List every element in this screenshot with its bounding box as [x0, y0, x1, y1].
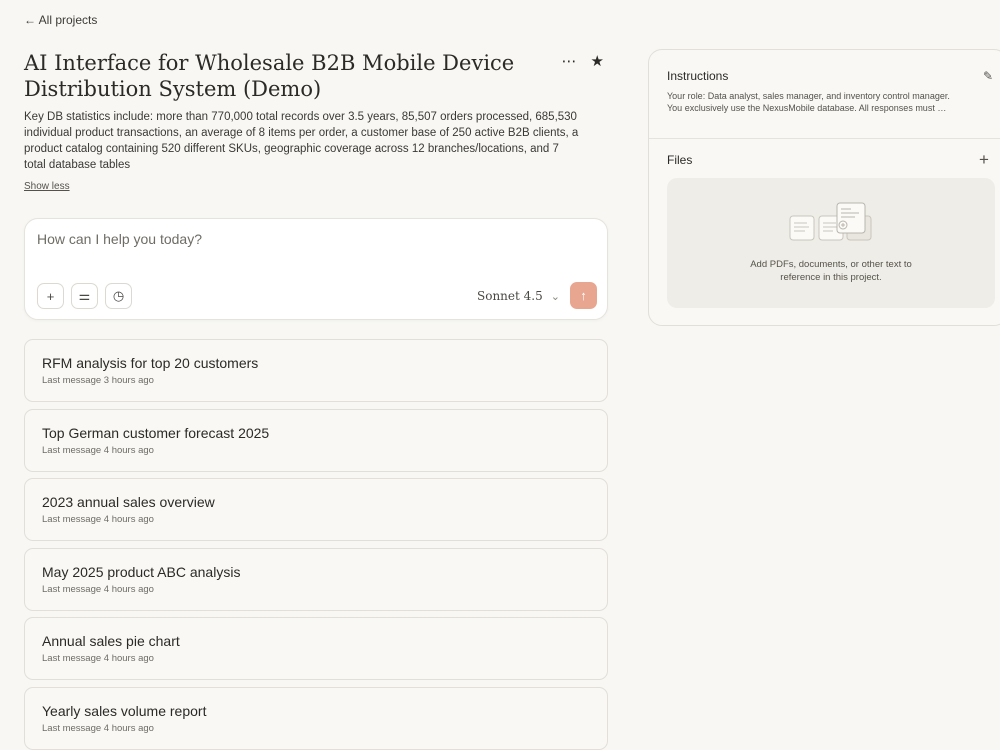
- chat-timestamp: Last message 4 hours ago: [42, 445, 154, 456]
- instructions-line: You exclusively use the NexusMobile data…: [667, 103, 947, 113]
- more-options-icon[interactable]: ⋯: [562, 52, 577, 72]
- chat-title: Yearly sales volume report: [42, 703, 207, 719]
- chat-timestamp: Last message 3 hours ago: [42, 375, 154, 386]
- send-button[interactable]: ↑: [570, 282, 597, 309]
- files-heading: Files: [667, 153, 693, 167]
- chat-title: Annual sales pie chart: [42, 633, 180, 649]
- back-to-projects-link[interactable]: ← All projects: [24, 13, 97, 27]
- files-empty-line: reference in this project.: [780, 272, 882, 283]
- chevron-down-icon: ⌄: [550, 289, 560, 303]
- chat-list-item[interactable]: RFM analysis for top 20 customers Last m…: [24, 339, 608, 402]
- chat-list-item[interactable]: Annual sales pie chart Last message 4 ho…: [24, 617, 608, 680]
- chat-timestamp: Last message 4 hours ago: [42, 723, 154, 734]
- plus-icon: +: [46, 288, 55, 304]
- star-icon[interactable]: ★: [591, 52, 604, 72]
- show-less-link[interactable]: Show less: [24, 181, 70, 192]
- files-empty-message: Add PDFs, documents, or other text to re…: [667, 258, 995, 284]
- clock-icon: ◷: [112, 288, 125, 303]
- chat-timestamp: Last message 4 hours ago: [42, 514, 154, 525]
- chat-composer: + ⚌ ◷ Sonnet 4.5 ⌄ ↑: [24, 218, 608, 320]
- files-empty-line: Add PDFs, documents, or other text to: [750, 259, 912, 270]
- chat-title: RFM analysis for top 20 customers: [42, 355, 259, 371]
- description-line: individual product transactions, an aver…: [24, 127, 579, 139]
- edit-pencil-icon[interactable]: ✎: [983, 69, 993, 83]
- page-title-line-2: Distribution System (Demo): [24, 77, 322, 101]
- chat-list-item[interactable]: Yearly sales volume report Last message …: [24, 687, 608, 750]
- page-title-line-1: AI Interface for Wholesale B2B Mobile De…: [24, 51, 515, 75]
- model-name: Sonnet 4.5: [477, 289, 543, 303]
- page-title: AI Interface for Wholesale B2B Mobile De…: [24, 50, 544, 102]
- chat-timestamp: Last message 4 hours ago: [42, 653, 154, 664]
- tools-button[interactable]: ⚌: [71, 283, 98, 309]
- divider: [649, 138, 1000, 139]
- back-link-label: ← All projects: [24, 13, 98, 27]
- files-drop-zone[interactable]: Add PDFs, documents, or other text to re…: [667, 178, 995, 308]
- chat-title: May 2025 product ABC analysis: [42, 564, 241, 580]
- add-attachment-button[interactable]: +: [37, 283, 64, 309]
- chat-list-item[interactable]: 2023 annual sales overview Last message …: [24, 478, 608, 541]
- model-selector[interactable]: Sonnet 4.5 ⌄: [477, 289, 560, 303]
- message-input[interactable]: [37, 231, 577, 247]
- description-line: Key DB statistics include: more than 770…: [24, 111, 577, 123]
- chat-timestamp: Last message 4 hours ago: [42, 584, 154, 595]
- instructions-line: Your role: Data analyst, sales manager, …: [667, 91, 950, 101]
- chat-list-item[interactable]: Top German customer forecast 2025 Last m…: [24, 409, 608, 472]
- project-description: Key DB statistics include: more than 770…: [24, 109, 614, 173]
- instructions-heading: Instructions: [667, 69, 729, 83]
- title-actions: ⋯ ★: [562, 52, 604, 72]
- add-file-plus-icon[interactable]: +: [979, 150, 989, 170]
- documents-illustration-icon: [789, 202, 875, 251]
- instructions-preview[interactable]: Your role: Data analyst, sales manager, …: [667, 90, 993, 114]
- project-header: AI Interface for Wholesale B2B Mobile De…: [24, 50, 608, 102]
- history-button[interactable]: ◷: [105, 283, 132, 309]
- project-side-panel: Instructions ✎ Your role: Data analyst, …: [648, 49, 1000, 326]
- description-line: total database tables: [24, 159, 131, 171]
- composer-tools: + ⚌ ◷: [37, 283, 132, 309]
- sliders-icon: ⚌: [78, 288, 91, 303]
- description-line: product catalog containing 520 different…: [24, 143, 559, 155]
- chat-title: Top German customer forecast 2025: [42, 425, 270, 441]
- chat-title: 2023 annual sales overview: [42, 494, 215, 510]
- chat-list-item[interactable]: May 2025 product ABC analysis Last messa…: [24, 548, 608, 611]
- arrow-up-icon: ↑: [580, 288, 587, 303]
